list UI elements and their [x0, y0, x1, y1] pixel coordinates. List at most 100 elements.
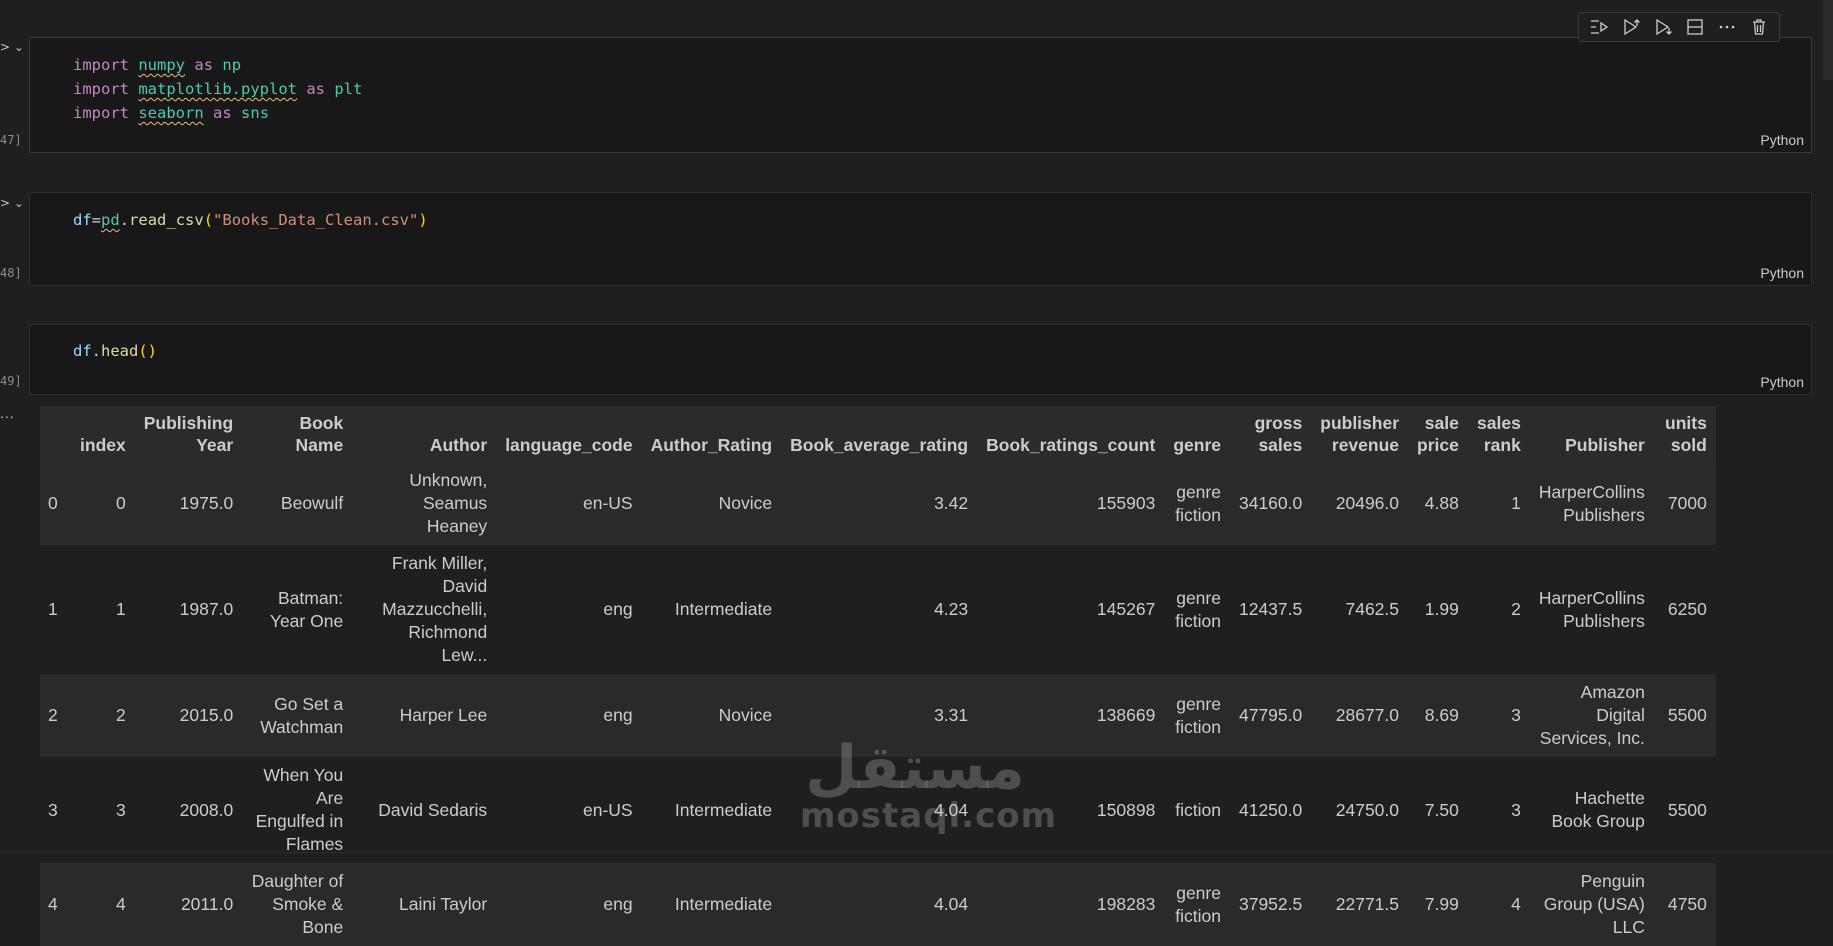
table-row: 0 0 1975.0 Beowulf Unknown, Seamus Heaney en-…	[40, 462, 1716, 545]
code-token: np	[222, 56, 242, 74]
code-token: ()	[138, 342, 158, 360]
table-cell: Intermediate	[641, 545, 782, 674]
table-cell: Novice	[641, 462, 782, 545]
table-cell: 37952.5	[1229, 863, 1312, 946]
cell-language-label[interactable]: Python	[1760, 265, 1804, 281]
table-cell: 1975.0	[134, 462, 243, 545]
table-cell: Intermediate	[641, 757, 782, 863]
table-cell: 2	[66, 674, 135, 757]
table-cell: 2015.0	[134, 674, 243, 757]
table-cell: 155903	[977, 462, 1165, 545]
table-cell: genre fiction	[1164, 462, 1230, 545]
code-cell-imports[interactable]: import numpy as np import matplotlib.pypl…	[29, 37, 1812, 153]
split-cell-icon[interactable]	[1683, 15, 1707, 39]
table-cell: 47795.0	[1229, 674, 1312, 757]
table-cell: genre fiction	[1164, 674, 1230, 757]
code-token: sns	[241, 104, 270, 122]
code-line[interactable]: df.head()	[73, 339, 157, 363]
collapse-chevron-icon[interactable]: > ⌄	[0, 40, 24, 54]
table-cell: 7.50	[1408, 757, 1468, 863]
table-cell: en-US	[496, 462, 642, 545]
output-more-icon[interactable]: ...	[0, 405, 15, 421]
code-token: read_csv	[129, 211, 204, 229]
table-cell: Harper Lee	[352, 674, 497, 757]
code-token: df	[73, 211, 92, 229]
table-cell: Laini Taylor	[352, 863, 497, 946]
table-cell: 4.23	[781, 545, 978, 674]
delete-icon[interactable]	[1747, 15, 1771, 39]
table-cell: eng	[496, 863, 642, 946]
table-cell: HarperCollins Publishers	[1529, 462, 1654, 545]
column-header	[40, 406, 67, 462]
table-cell: 41250.0	[1229, 757, 1312, 863]
table-cell: 138669	[977, 674, 1165, 757]
execute-above-icon[interactable]	[1619, 15, 1643, 39]
table-cell: 4	[40, 863, 67, 946]
collapse-chevron-icon[interactable]: > ⌄	[0, 196, 24, 210]
table-cell: Beowulf	[242, 462, 353, 545]
table-cell: 8.69	[1408, 674, 1468, 757]
table-cell: 1	[1467, 462, 1530, 545]
table-cell: 2008.0	[134, 757, 243, 863]
column-header: Publishing Year	[134, 406, 243, 462]
code-editor[interactable]: import numpy as np import matplotlib.pypl…	[73, 53, 362, 125]
code-line[interactable]: import seaborn as sns	[73, 101, 362, 125]
code-cell-head[interactable]: df.head() Python	[29, 324, 1812, 395]
code-line[interactable]: import matplotlib.pyplot as plt	[73, 77, 362, 101]
table-cell: 1	[66, 545, 135, 674]
code-token: seaborn	[138, 104, 204, 122]
code-token: .	[119, 211, 130, 229]
table-cell: 2011.0	[134, 863, 243, 946]
run-by-line-icon[interactable]	[1587, 15, 1611, 39]
table-cell: 7000	[1653, 462, 1716, 545]
table-cell: 2	[40, 674, 67, 757]
more-icon[interactable]	[1715, 15, 1739, 39]
table-cell: 3	[40, 757, 67, 863]
column-header: Book_average_rating	[781, 406, 978, 462]
column-header: language_code	[496, 406, 642, 462]
column-header: Book Name	[242, 406, 353, 462]
column-header: genre	[1164, 406, 1230, 462]
table-cell: 24750.0	[1311, 757, 1409, 863]
table-cell: Intermediate	[641, 863, 782, 946]
code-token: matplotlib.pyplot	[138, 80, 297, 98]
execution-count: 48]	[0, 266, 22, 280]
table-cell: 145267	[977, 545, 1165, 674]
column-header: units sold	[1653, 406, 1716, 462]
table-cell: fiction	[1164, 757, 1230, 863]
cell-language-label[interactable]: Python	[1760, 132, 1804, 148]
execution-count: 49]	[0, 374, 22, 388]
table-cell: 3	[1467, 757, 1530, 863]
scrollbar[interactable]	[1823, 0, 1833, 80]
column-header: Publisher	[1529, 406, 1654, 462]
code-cell-read-csv[interactable]: df=pd.read_csv("Books_Data_Clean.csv") P…	[29, 192, 1812, 286]
code-line[interactable]: df=pd.read_csv("Books_Data_Clean.csv")	[73, 208, 428, 232]
execute-below-icon[interactable]	[1651, 15, 1675, 39]
table-cell: Frank Miller, David Mazzucchelli, Richmo…	[352, 545, 497, 674]
column-header: sales rank	[1467, 406, 1530, 462]
table-cell: 150898	[977, 757, 1165, 863]
table-cell: 3.42	[781, 462, 978, 545]
table-header-row: index Publishing Year Book Name Author langu…	[40, 406, 1716, 462]
table-cell: 22771.5	[1311, 863, 1409, 946]
table-cell: 4.88	[1408, 462, 1468, 545]
table-cell: 1	[40, 545, 67, 674]
code-token: as	[306, 80, 325, 98]
code-token: import	[73, 104, 129, 122]
table-cell: Hachette Book Group	[1529, 757, 1654, 863]
table-cell: genre fiction	[1164, 545, 1230, 674]
table-body: 0 0 1975.0 Beowulf Unknown, Seamus Heaney en-…	[40, 462, 1716, 946]
table-cell: 4.04	[781, 757, 978, 863]
code-line[interactable]: import numpy as np	[73, 53, 362, 77]
code-editor[interactable]: df=pd.read_csv("Books_Data_Clean.csv")	[73, 208, 428, 232]
column-header: index	[66, 406, 135, 462]
cell-toolbar	[1578, 12, 1780, 42]
table-cell: 1987.0	[134, 545, 243, 674]
code-editor[interactable]: df.head()	[73, 339, 157, 363]
table-cell: David Sedaris	[352, 757, 497, 863]
table-row: 1 1 1987.0 Batman: Year One Frank Miller, Da…	[40, 545, 1716, 674]
cell-language-label[interactable]: Python	[1760, 374, 1804, 390]
